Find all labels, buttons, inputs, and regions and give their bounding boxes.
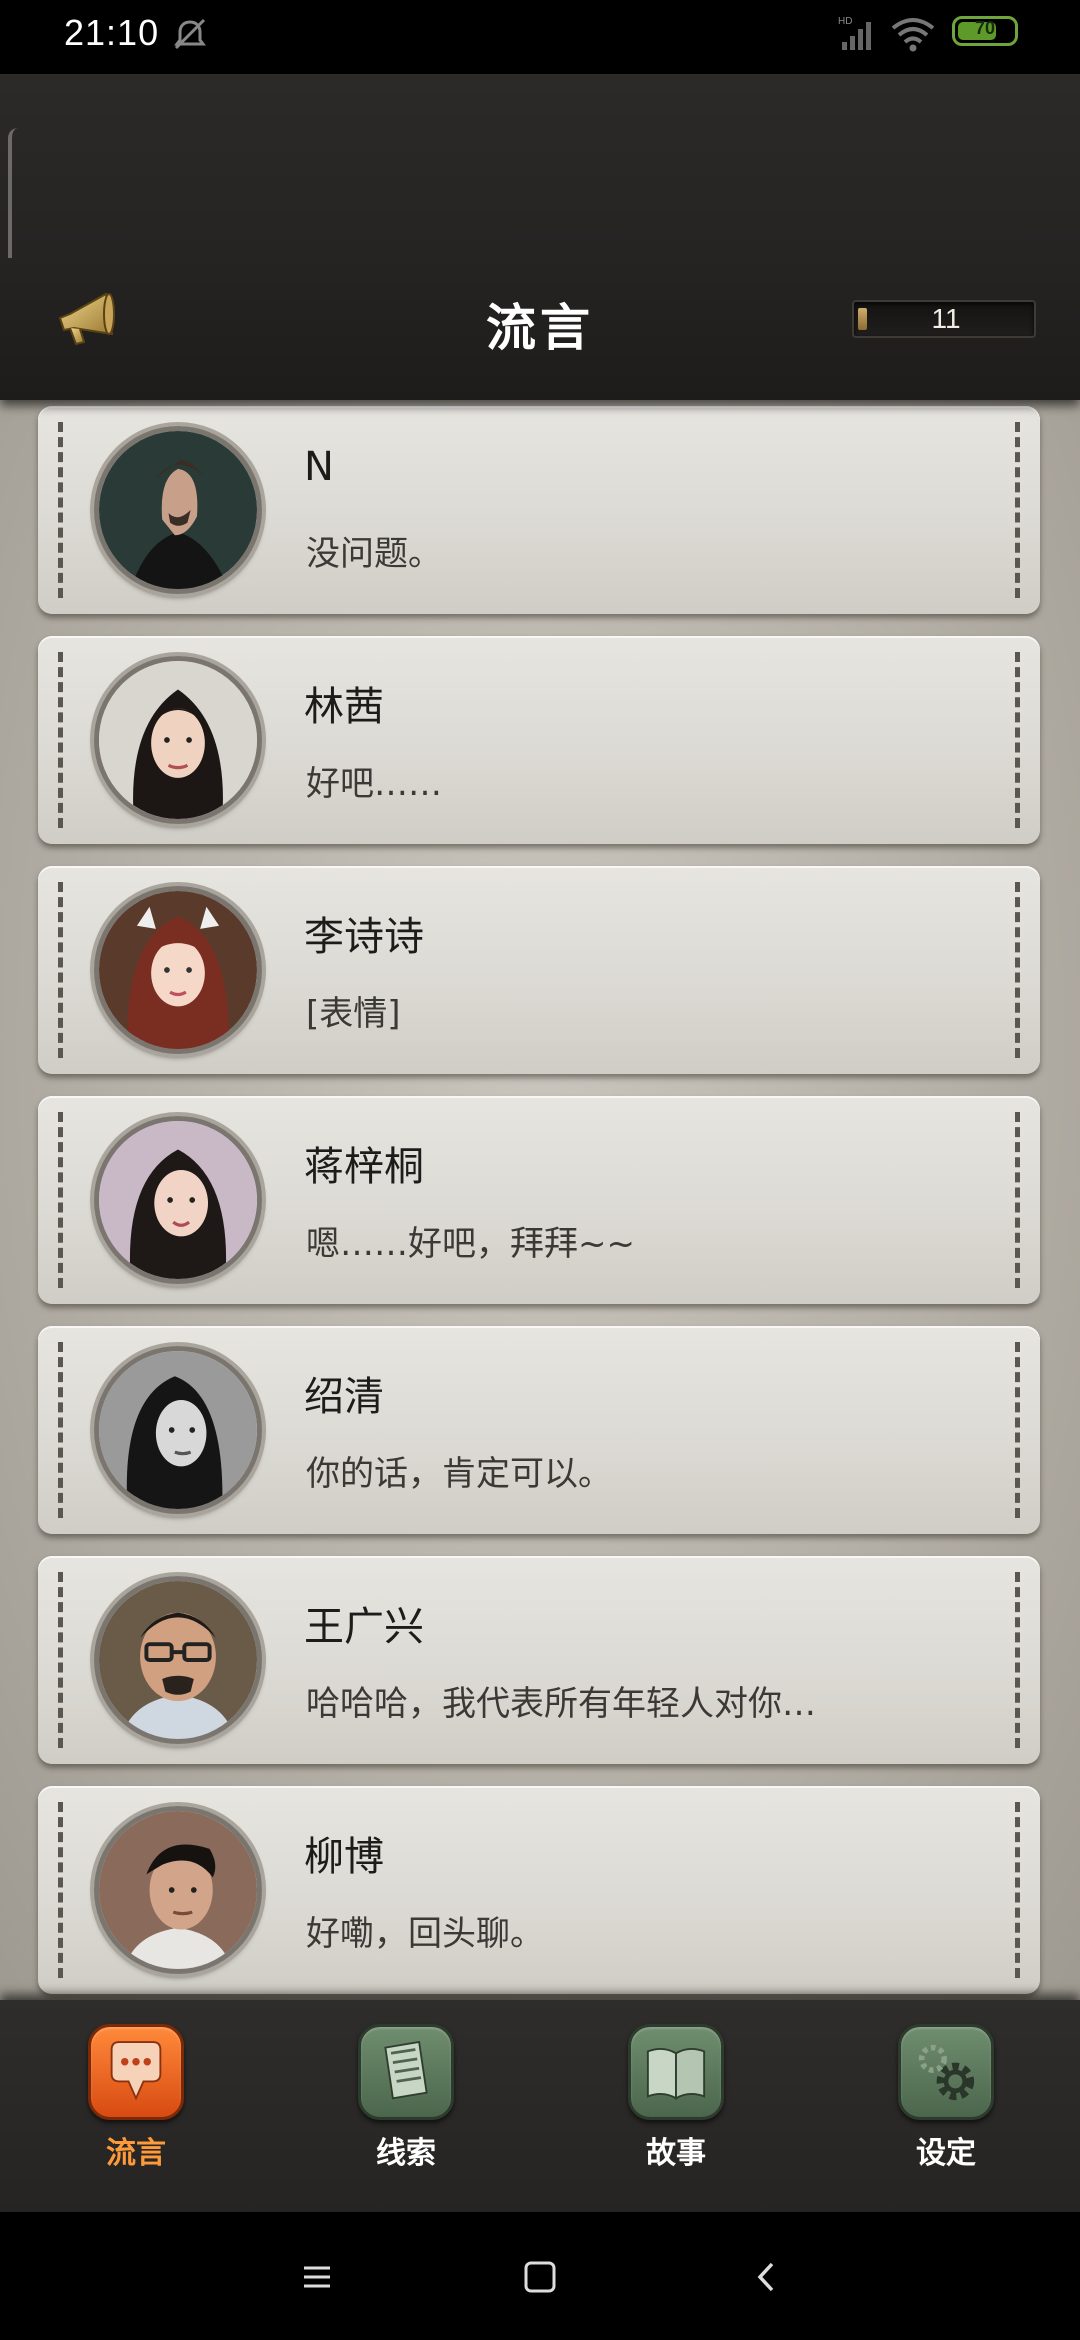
contact-name: 绍清 xyxy=(304,1374,384,1420)
avatar-icon xyxy=(94,1116,262,1284)
contact-last-message: 你的话，肯定可以。 xyxy=(306,1454,612,1494)
contact-card-li-shishi[interactable]: 李诗诗 [表情] xyxy=(38,866,1040,1074)
wifi-icon xyxy=(891,18,935,52)
home-icon[interactable] xyxy=(515,2252,565,2302)
battery-text: 70 xyxy=(974,18,996,38)
contact-last-message: 哈哈哈，我代表所有年轻人对你… xyxy=(306,1684,816,1724)
bottom-nav: 流言 线索 故事 设定 xyxy=(0,2000,1080,2212)
avatar-icon xyxy=(94,656,262,824)
edge-decoration xyxy=(8,128,18,258)
tab-clues[interactable]: 线索 xyxy=(336,2024,476,2184)
rumor-counter: 11 xyxy=(852,300,1036,338)
contact-last-message: 好嘞，回头聊。 xyxy=(306,1914,544,1954)
alarm-off-icon xyxy=(174,18,206,50)
contact-list[interactable]: N 没问题。 林茜 好吧…… 李诗诗 [表情] 蒋梓桐 嗯……好吧，拜拜~~ 绍… xyxy=(0,400,1080,2000)
contact-last-message: 嗯……好吧，拜拜~~ xyxy=(306,1224,635,1264)
contact-card-liu-bo[interactable]: 柳博 好嘞，回头聊。 xyxy=(38,1786,1040,1994)
counter-value: 11 xyxy=(931,303,961,334)
tab-story[interactable]: 故事 xyxy=(606,2024,746,2184)
chat-bubble-icon xyxy=(88,2024,184,2120)
contact-name: N xyxy=(304,444,334,490)
avatar-icon xyxy=(94,426,262,594)
contact-card-lin-qian[interactable]: 林茜 好吧…… xyxy=(38,636,1040,844)
contact-last-message: [表情] xyxy=(306,994,401,1034)
avatar-icon xyxy=(94,1346,262,1514)
avatar-icon xyxy=(94,1576,262,1744)
hd-signal-icon: HD xyxy=(838,16,871,50)
tab-label: 设定 xyxy=(916,2136,976,2171)
documents-icon xyxy=(358,2024,454,2120)
contact-card-n[interactable]: N 没问题。 xyxy=(38,406,1040,614)
contact-card-shao-qing[interactable]: 绍清 你的话，肯定可以。 xyxy=(38,1326,1040,1534)
contact-name: 柳博 xyxy=(304,1834,384,1880)
contact-card-wang-guangxing[interactable]: 王广兴 哈哈哈，我代表所有年轻人对你… xyxy=(38,1556,1040,1764)
contact-last-message: 没问题。 xyxy=(306,534,442,574)
battery-icon: 70 xyxy=(952,16,1018,46)
tab-rumors[interactable]: 流言 xyxy=(66,2024,206,2184)
svg-text:HD: HD xyxy=(838,16,852,27)
tab-settings[interactable]: 设定 xyxy=(876,2024,1016,2184)
back-icon[interactable] xyxy=(742,2252,792,2302)
tab-label: 流言 xyxy=(106,2136,166,2171)
contact-card-jiang-zitong[interactable]: 蒋梓桐 嗯……好吧，拜拜~~ xyxy=(38,1096,1040,1304)
status-time: 21:10 xyxy=(64,12,160,53)
tab-label: 线索 xyxy=(376,2136,436,2171)
header: 流言 11 xyxy=(0,74,1080,400)
tab-label: 故事 xyxy=(646,2136,706,2171)
avatar-icon xyxy=(94,1806,262,1974)
book-icon xyxy=(628,2024,724,2120)
contact-name: 李诗诗 xyxy=(304,914,424,960)
status-bar: 21:10 HD 70 xyxy=(0,0,1080,74)
avatar-icon xyxy=(94,886,262,1054)
contact-last-message: 好吧…… xyxy=(306,764,442,804)
contact-name: 蒋梓桐 xyxy=(304,1144,424,1190)
menu-icon[interactable] xyxy=(292,2252,342,2302)
contact-name: 林茜 xyxy=(304,684,384,730)
contact-name: 王广兴 xyxy=(304,1604,424,1650)
system-nav xyxy=(0,2212,1080,2340)
gear-icon xyxy=(898,2024,994,2120)
